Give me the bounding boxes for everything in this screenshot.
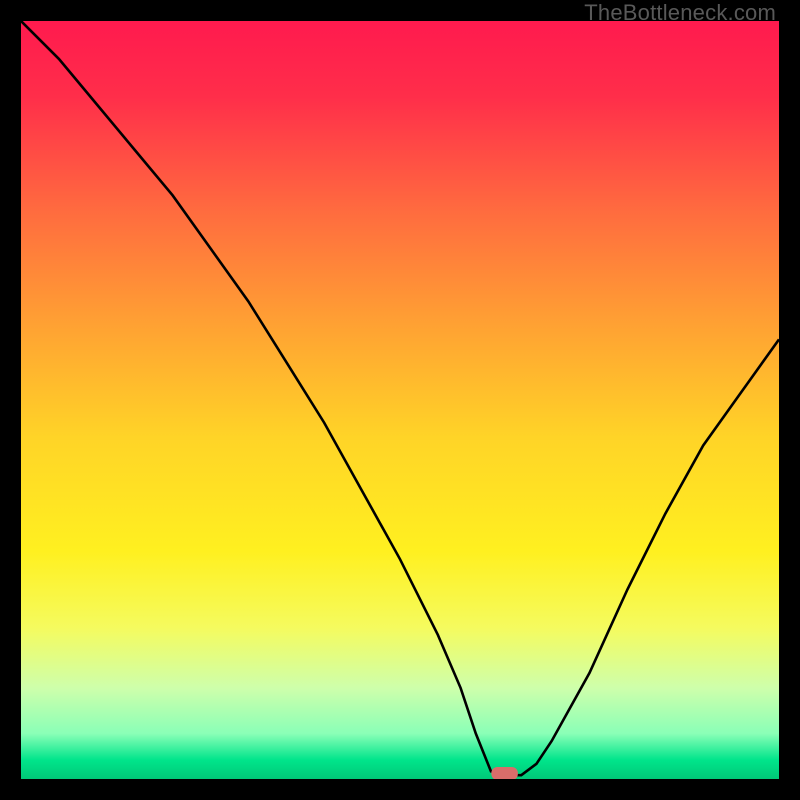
- chart-plot: [21, 21, 779, 779]
- optimal-marker: [491, 767, 518, 779]
- gradient-background: [21, 21, 779, 779]
- chart-frame: TheBottleneck.com: [0, 0, 800, 800]
- watermark: TheBottleneck.com: [584, 0, 776, 26]
